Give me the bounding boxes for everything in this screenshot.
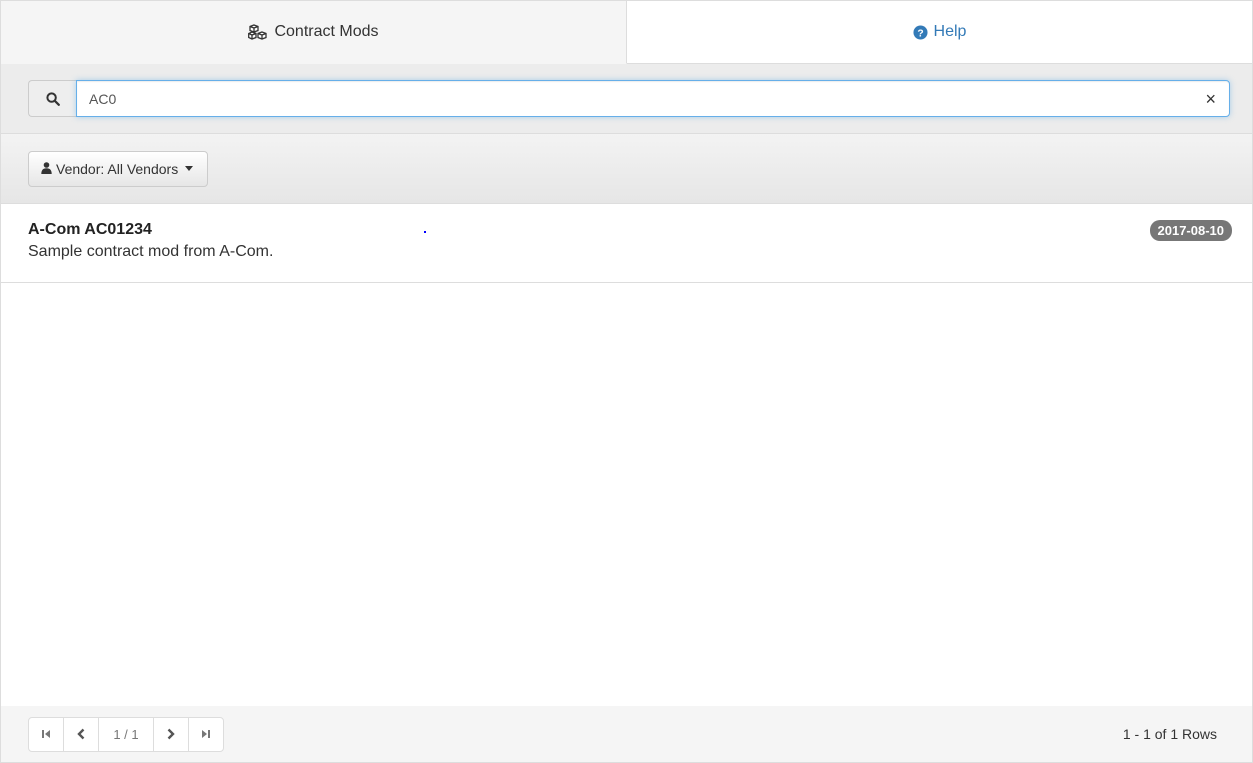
- item-title: A-Com AC01234: [28, 221, 152, 238]
- pager: 1 / 1: [28, 716, 224, 752]
- last-page-button[interactable]: [188, 716, 224, 752]
- user-icon: [41, 161, 52, 177]
- prev-page-button[interactable]: [63, 716, 99, 752]
- filter-bar: Vendor: All Vendors: [1, 134, 1252, 204]
- last-page-icon: [202, 730, 210, 738]
- list-item[interactable]: A-Com AC01234 Sample contract mod from A…: [1, 204, 1252, 283]
- tab-contract-mods[interactable]: Contract Mods: [1, 1, 627, 64]
- cubes-icon: [248, 24, 268, 40]
- results-list: A-Com AC01234 Sample contract mod from A…: [1, 204, 1252, 283]
- first-page-button[interactable]: [28, 716, 64, 752]
- vendor-filter-dropdown[interactable]: Vendor: All Vendors: [28, 150, 209, 187]
- caret-down-icon: [185, 166, 194, 171]
- date-badge: 2017-08-10: [1149, 220, 1232, 241]
- tab-bar: Contract Mods ? Help: [1, 1, 1252, 64]
- tab-contract-mods-label: Contract Mods: [274, 23, 379, 40]
- app-window: Contract Mods ? Help ×: [0, 0, 1253, 763]
- item-description: Sample contract mod from A-Com.: [28, 243, 274, 260]
- search-bar: ×: [1, 64, 1252, 134]
- tab-help[interactable]: ? Help: [627, 1, 1252, 64]
- clear-search-button[interactable]: ×: [1205, 90, 1216, 108]
- chevron-right-icon: [167, 728, 175, 740]
- pagination-footer: 1 / 1 1 - 1 of 1 Rows: [1, 706, 1252, 762]
- svg-text:?: ?: [917, 28, 923, 39]
- tab-help-label: Help: [933, 23, 967, 40]
- chevron-left-icon: [77, 728, 85, 740]
- search-input-wrap: ×: [76, 80, 1230, 117]
- search-input[interactable]: [76, 80, 1230, 117]
- decorative-dot: [424, 231, 426, 233]
- search-group: ×: [28, 80, 1230, 117]
- next-page-button[interactable]: [153, 716, 189, 752]
- page-info: 1 / 1: [98, 716, 154, 752]
- first-page-icon: [42, 730, 50, 738]
- search-icon: [28, 80, 76, 117]
- rows-info: 1 - 1 of 1 Rows: [1122, 726, 1217, 742]
- vendor-filter-label: Vendor: All Vendors: [56, 160, 179, 177]
- question-circle-icon: ?: [913, 24, 928, 40]
